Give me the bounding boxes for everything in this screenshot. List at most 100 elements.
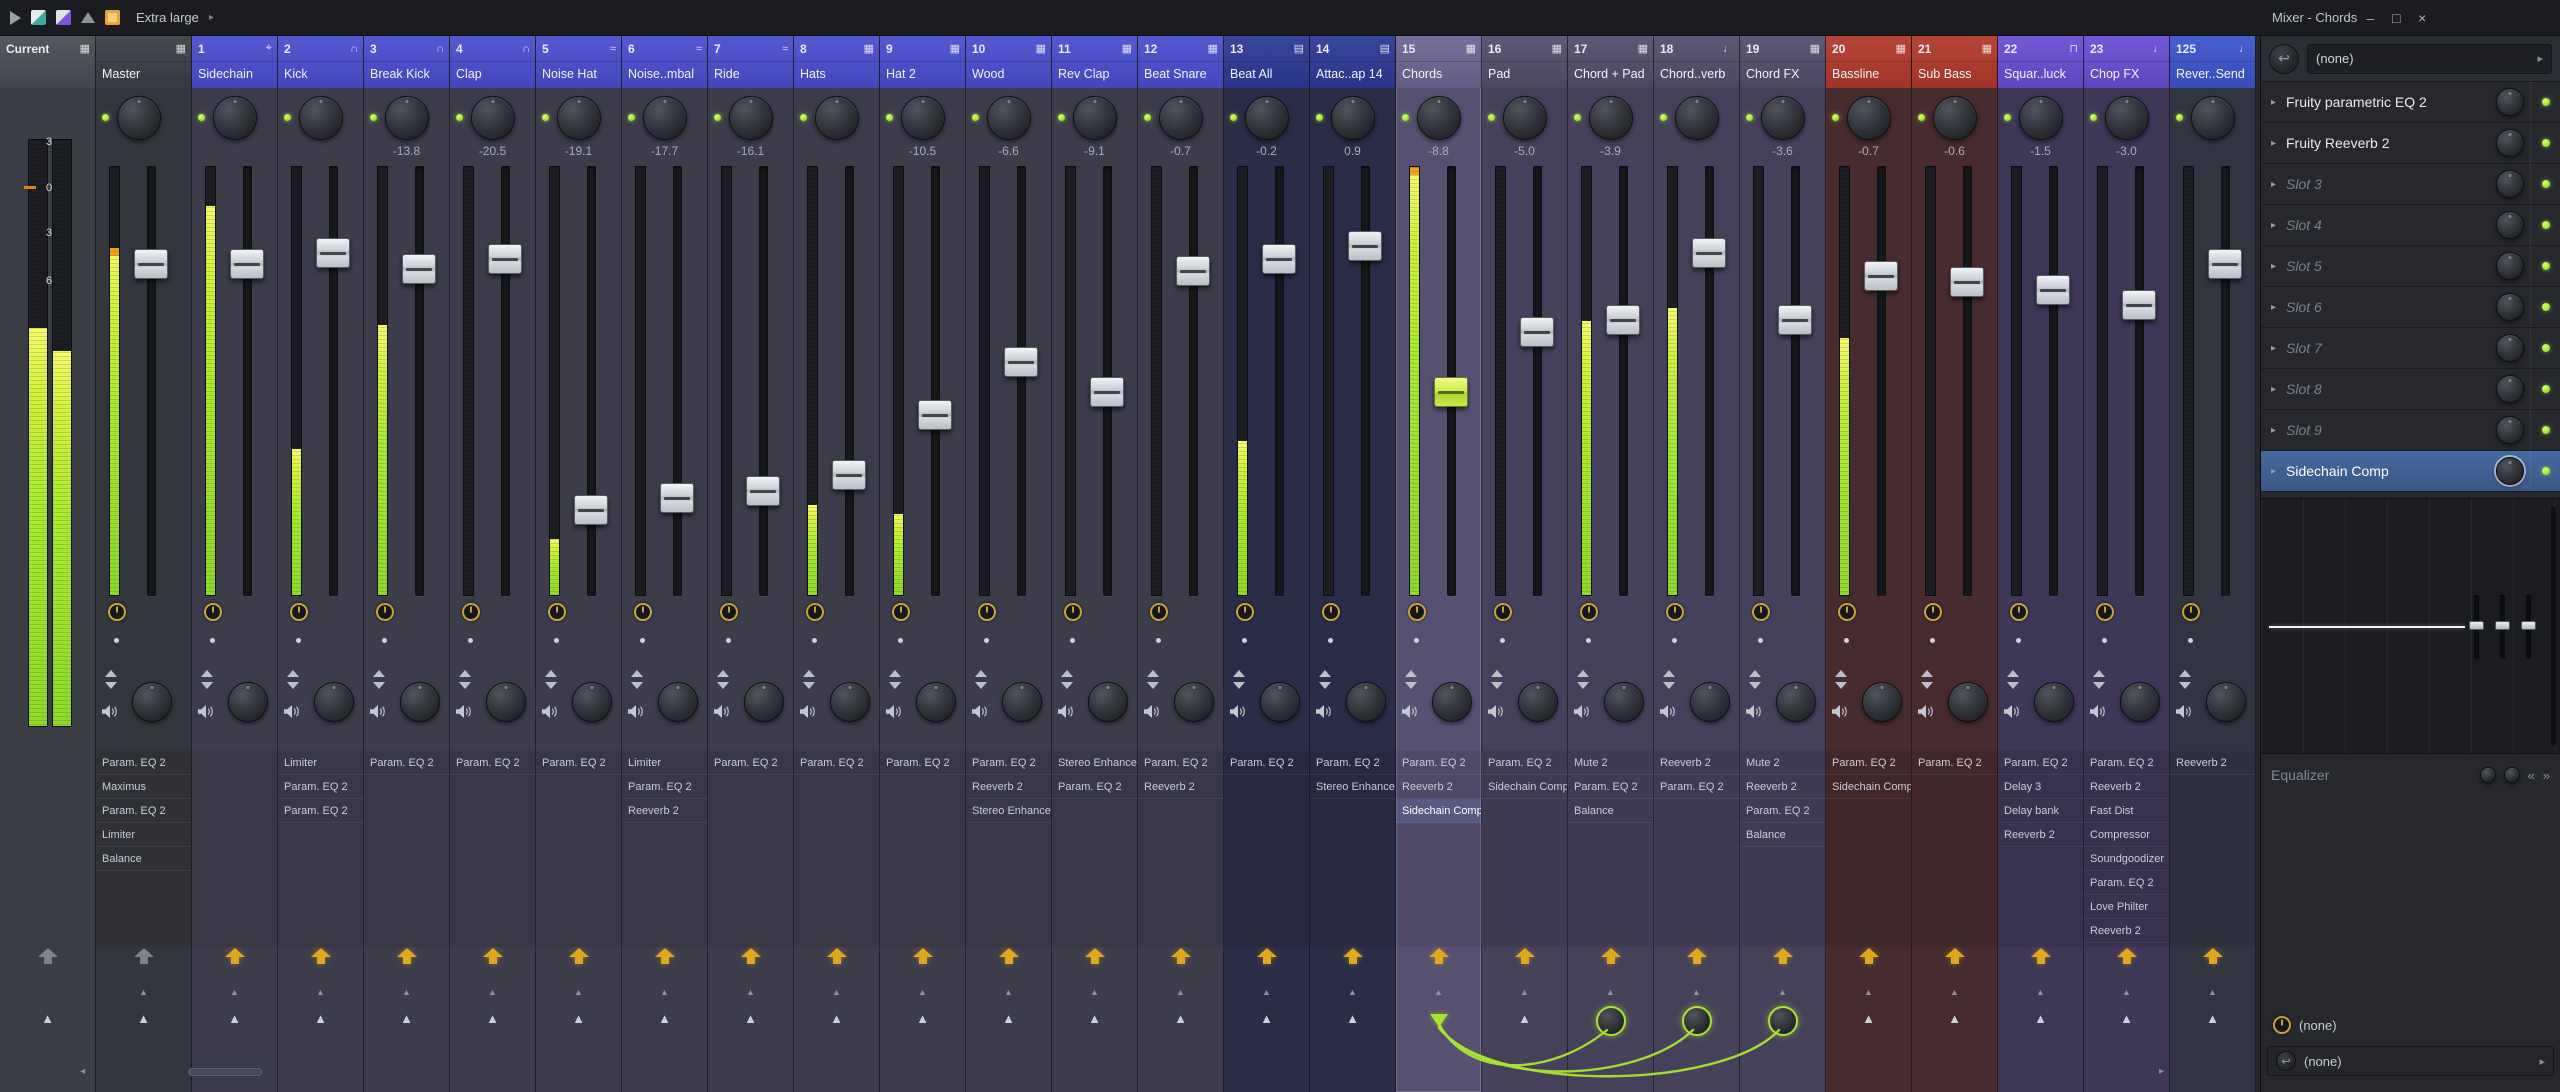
send-switch-icon[interactable]: ▲	[1912, 1011, 1997, 1027]
clock-icon[interactable]	[204, 603, 222, 621]
volume-fader[interactable]	[134, 249, 168, 279]
record-arm-dot[interactable]	[812, 638, 817, 643]
slot-mix-knob[interactable]	[2496, 375, 2524, 403]
send-switch-small-icon[interactable]: ▲	[192, 986, 277, 998]
mixer-track-1[interactable]: 1 ⌖ Sidechain ▲ ▲	[192, 36, 278, 1092]
record-arm-dot[interactable]	[640, 638, 645, 643]
track-header[interactable]: 7 ≈ Ride	[708, 36, 793, 88]
phase-invert-icon[interactable]	[200, 670, 214, 689]
plugin-slot-2[interactable]: ▸ Fruity Reeverb 2	[2261, 123, 2560, 164]
send-switch-icon[interactable]: ▲	[2084, 1011, 2169, 1027]
plugin-slot-label[interactable]: Param. EQ 2	[364, 751, 449, 775]
phase-invert-icon[interactable]	[2092, 670, 2106, 689]
slot-enable-led[interactable]	[2541, 467, 2550, 475]
record-arm-dot[interactable]	[1586, 638, 1591, 643]
route-to-master-switch[interactable]	[2030, 948, 2051, 965]
volume-fader[interactable]	[1434, 377, 1468, 407]
speaker-icon[interactable]	[1401, 704, 1419, 719]
record-arm-dot[interactable]	[1414, 638, 1419, 643]
plugin-slot-label[interactable]: Param. EQ 2	[96, 751, 191, 775]
volume-fader[interactable]	[1778, 305, 1812, 335]
send-switch-icon[interactable]: ▲	[1310, 1011, 1395, 1027]
eq-freq-knob[interactable]	[2479, 767, 2496, 783]
eq-band3-slider[interactable]	[2521, 595, 2536, 659]
speaker-icon[interactable]	[627, 704, 645, 719]
mixer-track-125[interactable]: 125 ♩ Rever..Send Reeverb 2 ▲ ▲	[2170, 36, 2256, 1092]
plugin-slot-label[interactable]: Reeverb 2	[2084, 919, 2169, 943]
pan-knob[interactable]	[557, 96, 601, 140]
record-arm-dot[interactable]	[984, 638, 989, 643]
send-switch-small-icon[interactable]: ▲	[1224, 986, 1309, 998]
stereo-separation-knob[interactable]	[2034, 682, 2074, 722]
speaker-icon[interactable]	[2175, 704, 2193, 719]
stereo-separation-knob[interactable]	[1604, 682, 1644, 722]
slot-enable-led[interactable]	[2541, 344, 2550, 352]
speaker-icon[interactable]	[101, 704, 119, 719]
fader-track[interactable]	[2049, 166, 2058, 596]
volume-fader[interactable]	[1692, 238, 1726, 268]
mixer-track-19[interactable]: 19 ▦ Chord FX -3.6 Mute 2 Reeverb 2 Param. EQ …	[1740, 36, 1826, 1092]
mixer-track-3[interactable]: 3 ∩ Break Kick -13.8 Param. EQ 2 ▲ ▲	[364, 36, 450, 1092]
pan-knob[interactable]	[471, 96, 515, 140]
scrollbar-handle[interactable]	[188, 1068, 262, 1076]
pan-knob[interactable]	[2191, 96, 2235, 140]
plugin-slot-label[interactable]: Love Philter	[2084, 895, 2169, 919]
plugin-slot-label[interactable]: Param. EQ 2	[96, 799, 191, 823]
plugin-slot-label[interactable]: Mute 2	[1568, 751, 1653, 775]
volume-fader[interactable]	[1520, 317, 1554, 347]
send-switch-icon[interactable]: ▲	[536, 1011, 621, 1027]
send-switch-small-icon[interactable]: ▲	[1396, 986, 1481, 998]
route-to-master-switch[interactable]	[568, 948, 589, 965]
track-enable-led[interactable]	[2004, 114, 2011, 121]
plugin-slot-label[interactable]: Param. EQ 2	[1826, 751, 1911, 775]
current-track-strip[interactable]: Current ▦ 3 0 3 6 ▲	[0, 36, 96, 1092]
send-switch-icon[interactable]: ▲	[0, 1011, 95, 1027]
track-enable-led[interactable]	[1316, 114, 1323, 121]
plugin-slot-label[interactable]: Fast Dist	[2084, 799, 2169, 823]
output-select[interactable]: ↩ (none) ▸	[2267, 1046, 2554, 1076]
send-switch-icon[interactable]: ▲	[880, 1011, 965, 1027]
volume-fader[interactable]	[1348, 231, 1382, 261]
slot-mix-knob[interactable]	[2496, 293, 2524, 321]
send-switch-small-icon[interactable]: ▲	[1740, 986, 1825, 998]
plugin-slot-label[interactable]: Param. EQ 2	[1568, 775, 1653, 799]
stereo-separation-knob[interactable]	[1518, 682, 1558, 722]
volume-fader[interactable]	[660, 483, 694, 513]
send-switch-small-icon[interactable]: ▲	[2170, 986, 2255, 998]
plugin-slot-label[interactable]: Delay bank	[1998, 799, 2083, 823]
route-to-master-switch[interactable]	[1944, 948, 1965, 965]
clock-icon[interactable]	[1666, 603, 1684, 621]
route-to-master-switch[interactable]	[654, 948, 675, 965]
track-enable-led[interactable]	[1230, 114, 1237, 121]
plugin-slot-8[interactable]: ▸ Slot 8	[2261, 369, 2560, 410]
slot-mix-knob[interactable]	[2496, 457, 2524, 485]
volume-fader[interactable]	[1606, 305, 1640, 335]
speaker-icon[interactable]	[1143, 704, 1161, 719]
fader-track[interactable]	[1533, 166, 1542, 596]
track-enable-led[interactable]	[1058, 114, 1065, 121]
fader-track[interactable]	[147, 166, 156, 596]
pan-knob[interactable]	[1847, 96, 1891, 140]
clock-icon[interactable]	[892, 603, 910, 621]
track-enable-led[interactable]	[1488, 114, 1495, 121]
track-enable-led[interactable]	[886, 114, 893, 121]
send-switch-icon[interactable]: ▲	[192, 1011, 277, 1027]
phase-invert-icon[interactable]	[1920, 670, 1934, 689]
stereo-separation-knob[interactable]	[1776, 682, 1816, 722]
speaker-icon[interactable]	[1573, 704, 1591, 719]
plugin-slot-label[interactable]: Reeverb 2	[1654, 751, 1739, 775]
track-header[interactable]: 4 ∩ Clap	[450, 36, 535, 88]
stereo-separation-knob[interactable]	[572, 682, 612, 722]
stereo-separation-knob[interactable]	[228, 682, 268, 722]
slot-enable-led[interactable]	[2541, 98, 2550, 106]
pan-knob[interactable]	[1073, 96, 1117, 140]
volume-fader[interactable]	[2208, 249, 2242, 279]
stereo-separation-knob[interactable]	[1088, 682, 1128, 722]
audio-input-select[interactable]: (none) ▸	[2307, 43, 2552, 74]
stereo-separation-knob[interactable]	[314, 682, 354, 722]
pan-knob[interactable]	[213, 96, 257, 140]
track-enable-led[interactable]	[456, 114, 463, 121]
plugin-slot-label[interactable]: Param. EQ 2	[622, 775, 707, 799]
speaker-icon[interactable]	[971, 704, 989, 719]
clock-icon[interactable]	[1322, 603, 1340, 621]
